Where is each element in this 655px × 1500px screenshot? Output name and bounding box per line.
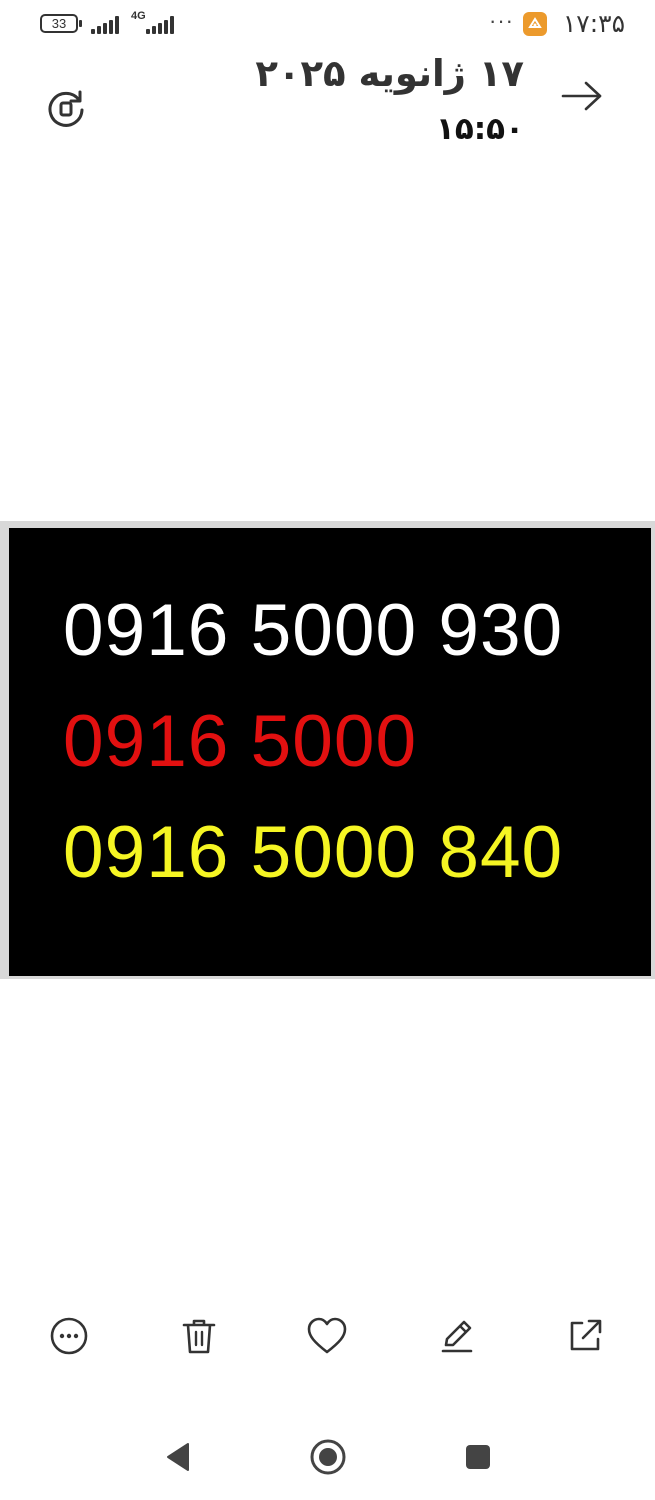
photo-date: ۱۷ ژانویه ۲۰۲۵ — [255, 52, 524, 95]
favorite-button[interactable] — [304, 1313, 350, 1359]
photo-time: ۱۵:۵۰ — [435, 111, 524, 147]
recents-square-icon — [466, 1445, 490, 1469]
edit-pencil-icon — [441, 1320, 473, 1353]
redaction-block — [414, 704, 574, 796]
share-button[interactable] — [562, 1313, 608, 1359]
status-bar: 33 4G ··· ۱۷:۳۵ — [0, 0, 655, 48]
phone-number-yellow: 0916 5000 840 — [63, 812, 564, 893]
app-notification-icon — [523, 12, 547, 36]
back-arrow-button[interactable] — [560, 78, 604, 114]
battery-icon: 33 — [40, 14, 82, 33]
more-options-button[interactable] — [46, 1313, 92, 1359]
notification-more-icon: ··· — [489, 8, 514, 33]
rotate-button[interactable] — [45, 88, 87, 130]
more-icon — [50, 1317, 88, 1355]
signal-strength-icon-2 — [146, 14, 174, 34]
edit-button[interactable] — [434, 1313, 480, 1359]
delete-button[interactable] — [176, 1313, 222, 1359]
battery-level: 33 — [51, 16, 67, 31]
signal-strength-icon — [91, 14, 119, 34]
home-circle-icon — [310, 1439, 346, 1475]
nav-back-button[interactable] — [153, 1432, 203, 1482]
phone-number-white: 0916 5000 930 — [63, 590, 564, 671]
status-clock: ۱۷:۳۵ — [562, 9, 625, 38]
network-type: 4G — [131, 10, 146, 22]
photo-image: 0916 5000 930 0916 5000 8 0916 5000 840 — [9, 528, 651, 976]
share-icon — [570, 1319, 602, 1351]
arrow-right-icon — [561, 81, 602, 111]
photo-viewer[interactable]: 0916 5000 930 0916 5000 8 0916 5000 840 — [0, 521, 655, 979]
nav-recents-button[interactable] — [453, 1432, 503, 1482]
back-triangle-icon — [167, 1443, 189, 1471]
rotate-icon — [48, 90, 84, 127]
delete-icon — [182, 1319, 216, 1354]
heart-icon — [307, 1317, 347, 1354]
nav-home-button[interactable] — [303, 1432, 353, 1482]
